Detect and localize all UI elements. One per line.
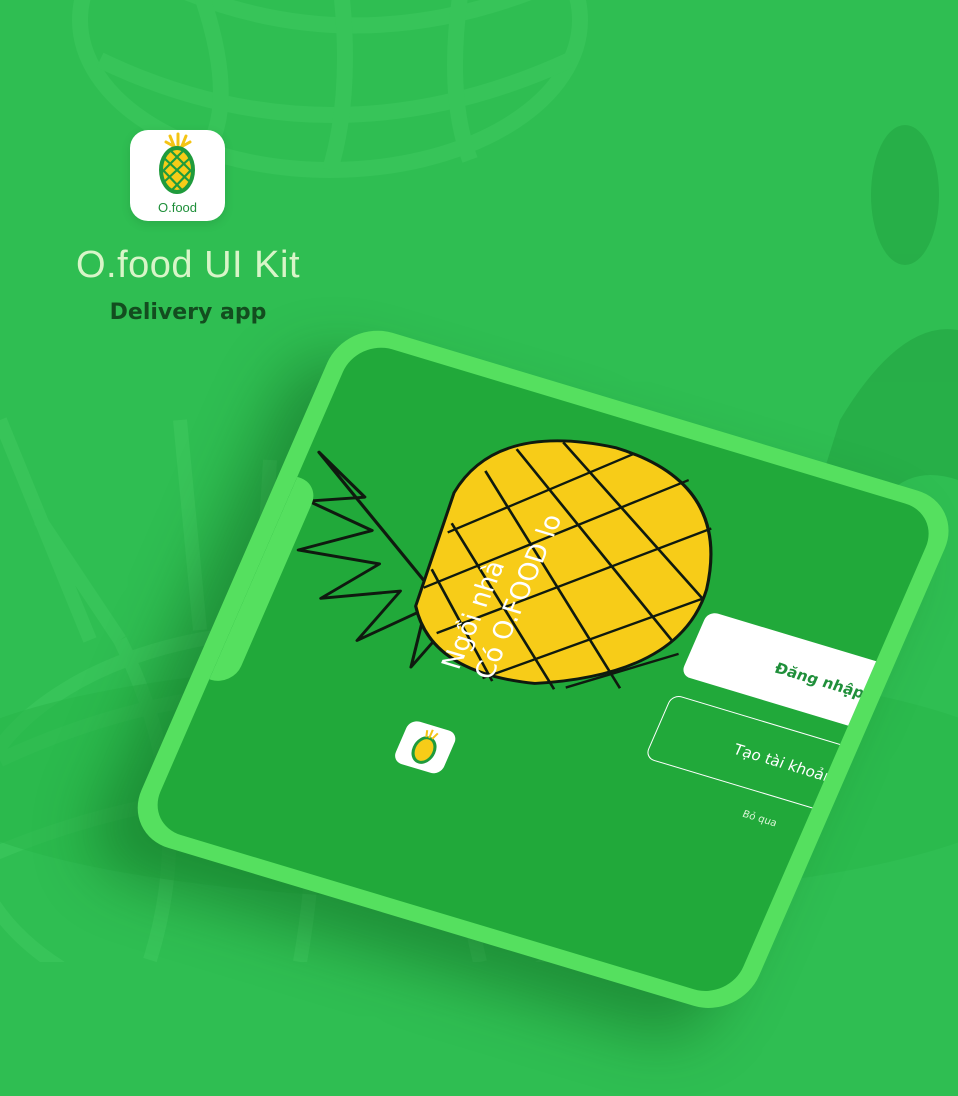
app-icon: O.food bbox=[130, 130, 225, 221]
app-icon-label: O.food bbox=[157, 200, 198, 215]
kit-title: O.food UI Kit bbox=[75, 244, 301, 286]
